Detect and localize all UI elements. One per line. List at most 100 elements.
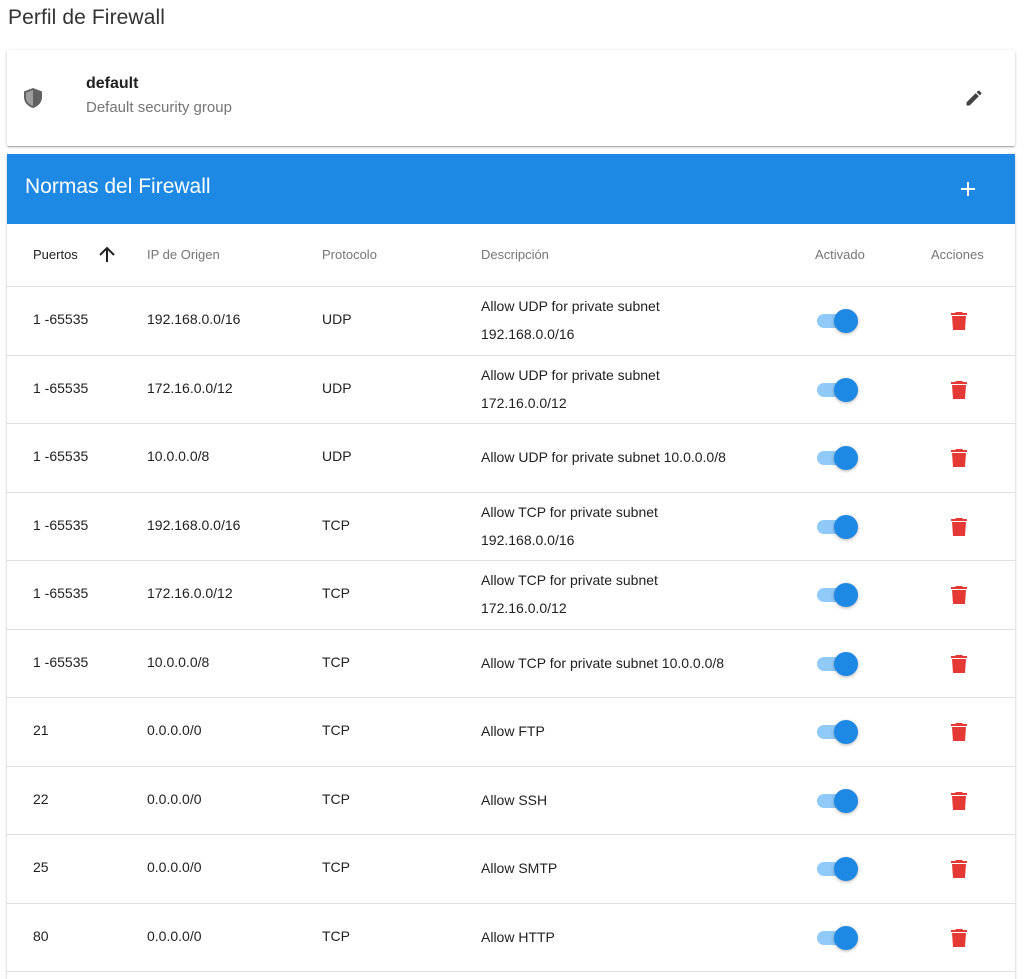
enabled-toggle[interactable] [817,514,858,539]
profile-description: Default security group [86,99,232,116]
trash-icon[interactable] [951,449,967,467]
toggle-thumb [834,857,858,881]
rules-header: Normas del Firewall [7,154,1015,224]
cell-source-ip: 10.0.0.0/8 [147,448,210,464]
toggle-thumb [834,377,858,402]
description-line-2: 192.168.0.0/16 [481,531,575,548]
toggle-thumb [834,788,858,813]
enabled-toggle[interactable] [817,583,858,607]
cell-description: Allow TCP for private subnet 10.0.0.0/8 [481,649,761,677]
table-row: 1 -65535 10.0.0.0/8 UDP Allow UDP for priva… [7,424,1015,493]
cell-description: Allow FTP [481,717,761,745]
enabled-toggle[interactable] [817,309,858,333]
cell-source-ip: 0.0.0.0/0 [147,722,202,738]
column-header-protocol[interactable]: Protocolo [322,247,377,262]
cell-source-ip: 172.16.0.0/12 [147,379,233,396]
column-header-enabled[interactable]: Activado [815,247,865,262]
arrow-up-icon[interactable] [97,245,117,265]
cell-protocol: UDP [322,379,352,396]
cell-ports: 1 -65535 [33,585,89,601]
cell-ports: 1 -65535 [33,516,89,533]
cell-source-ip: 0.0.0.0/0 [147,859,202,875]
enabled-toggle[interactable] [817,857,858,881]
table-header: Puertos IP de Origen Protocolo Descripci… [7,224,1015,287]
cell-protocol: TCP [322,516,350,533]
cell-ports: 1 -65535 [33,379,89,396]
trash-icon[interactable] [951,791,967,810]
cell-protocol: UDP [322,448,352,464]
cell-ports: 25 [33,859,49,875]
pencil-icon[interactable] [964,88,984,108]
cell-description: Allow HTTP [481,923,761,951]
trash-icon[interactable] [951,723,967,741]
toggle-thumb [834,309,858,333]
column-header-description[interactable]: Descripción [481,247,549,262]
cell-source-ip: 0.0.0.0/0 [147,927,202,944]
column-header-ports[interactable]: Puertos [33,247,78,262]
cell-description: Allow SSH [481,786,761,814]
description-line-1: Allow SMTP [481,860,558,876]
cell-source-ip: 172.16.0.0/12 [147,585,233,601]
trash-icon[interactable] [951,312,967,330]
cell-protocol: TCP [322,585,350,601]
description-line-2: 172.16.0.0/12 [481,394,567,411]
rules-panel: Normas del Firewall Puertos IP de Origen… [7,154,1015,979]
description-line-1: Allow UDP for private subnet 10.0.0.0/8 [481,449,726,465]
enabled-toggle[interactable] [817,651,858,676]
table-row: 1 -65535 172.16.0.0/12 TCP Allow TCP for pr… [7,561,1015,630]
cell-protocol: TCP [322,927,350,944]
table-row: 22 0.0.0.0/0 TCP Allow SSH [7,767,1015,835]
cell-protocol: TCP [322,859,350,875]
cell-ports: 1 -65535 [33,311,89,327]
cell-description: Allow TCP for private subnet 172.16.0.0/1… [481,566,761,622]
enabled-toggle[interactable] [817,377,858,402]
cell-source-ip: 10.0.0.0/8 [147,653,210,670]
description-line-1: Allow TCP for private subnet 10.0.0.0/8 [481,654,725,671]
rules-title: Normas del Firewall [25,175,211,198]
enabled-toggle[interactable] [817,925,858,950]
cell-protocol: UDP [322,311,352,327]
enabled-toggle[interactable] [817,446,858,470]
trash-icon[interactable] [951,928,967,947]
table-row: 1 -65535 172.16.0.0/12 UDP Allow UDP for pr… [7,356,1015,424]
column-header-source-ip[interactable]: IP de Origen [147,247,220,262]
trash-icon[interactable] [951,586,967,604]
description-line-1: Allow TCP for private subnet [481,503,658,520]
profile-card: default Default security group [7,50,1015,146]
cell-protocol: TCP [322,722,350,738]
description-line-1: Allow SSH [481,791,548,808]
plus-icon[interactable] [958,179,978,199]
description-line-1: Allow FTP [481,723,545,739]
cell-source-ip: 192.168.0.0/16 [147,311,241,327]
toggle-thumb [834,514,858,539]
enabled-toggle[interactable] [817,720,858,744]
table-row: 80 0.0.0.0/0 TCP Allow HTTP [7,904,1015,972]
table-row: 1 -65535 192.168.0.0/16 UDP Allow UDP for p… [7,287,1015,356]
trash-icon[interactable] [951,517,967,536]
table-row: 25 0.0.0.0/0 TCP Allow SMTP [7,835,1015,904]
trash-icon[interactable] [951,380,967,399]
cell-description: Allow UDP for private subnet 172.16.0.0/1… [481,361,761,417]
trash-icon[interactable] [951,654,967,673]
cell-source-ip: 0.0.0.0/0 [147,790,202,807]
table-row: 1 -65535 192.168.0.0/16 TCP Allow TCP for p… [7,493,1015,561]
trash-icon[interactable] [951,860,967,878]
cell-ports: 22 [33,790,49,807]
description-line-1: Allow HTTP [481,928,555,945]
toggle-thumb [834,651,858,676]
cell-description: Allow SMTP [481,854,761,882]
description-line-1: Allow TCP for private subnet [481,572,658,588]
profile-name: default [86,75,139,92]
cell-ports: 80 [33,927,49,944]
enabled-toggle[interactable] [817,788,858,813]
description-line-1: Allow UDP for private subnet [481,366,660,383]
cell-protocol: TCP [322,790,350,807]
toggle-thumb [834,720,858,744]
toggle-thumb [834,925,858,950]
column-header-actions: Acciones [931,247,984,262]
page-title: Perfil de Firewall [8,6,166,29]
toggle-thumb [834,583,858,607]
cell-ports: 1 -65535 [33,653,89,670]
cell-protocol: TCP [322,653,350,670]
cell-source-ip: 192.168.0.0/16 [147,516,241,533]
